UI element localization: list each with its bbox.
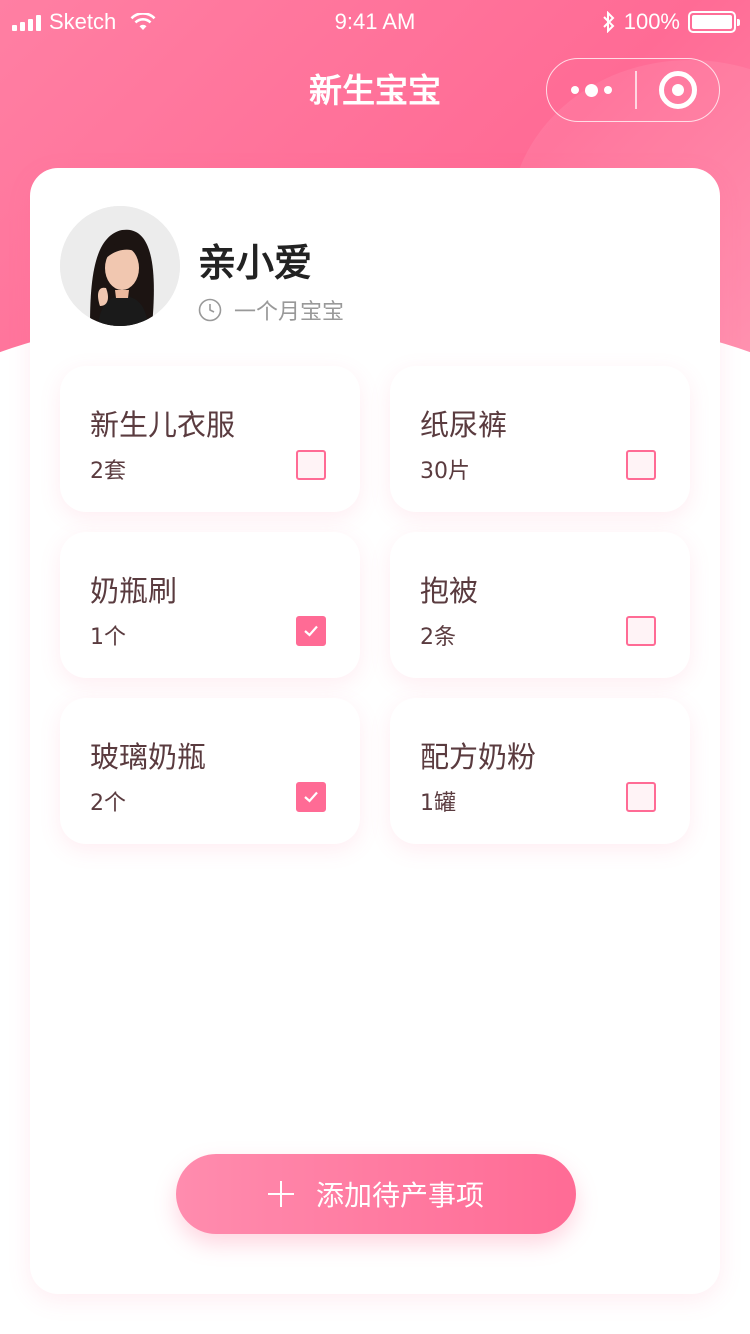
- item-checkbox[interactable]: [296, 450, 326, 480]
- item-quantity: 1个: [90, 625, 126, 650]
- target-close-icon[interactable]: [637, 59, 720, 121]
- check-icon: [304, 625, 318, 637]
- profile: 亲小爱 一个月宝宝: [60, 206, 660, 326]
- item-checkbox[interactable]: [626, 450, 656, 480]
- battery-icon: [688, 11, 740, 33]
- main-card: 亲小爱 一个月宝宝 新生儿衣服 2套 纸尿裤 30片 奶瓶刷 1个 抱被 2条 …: [30, 168, 720, 1294]
- item-name: 抱被: [420, 574, 479, 608]
- more-dots-icon[interactable]: [547, 59, 635, 121]
- item-card[interactable]: 奶瓶刷 1个: [60, 532, 360, 678]
- item-checkbox[interactable]: [296, 616, 326, 646]
- profile-meta: 一个月宝宝: [198, 294, 344, 326]
- item-checkbox[interactable]: [296, 782, 326, 812]
- add-task-button[interactable]: 添加待产事项: [176, 1154, 576, 1234]
- item-card[interactable]: 抱被 2条: [390, 532, 690, 678]
- bluetooth-icon: [603, 11, 615, 33]
- item-card[interactable]: 玻璃奶瓶 2个: [60, 698, 360, 844]
- item-name: 纸尿裤: [420, 408, 508, 442]
- item-checkbox[interactable]: [626, 616, 656, 646]
- item-card[interactable]: 配方奶粉 1罐: [390, 698, 690, 844]
- item-checkbox[interactable]: [626, 782, 656, 812]
- item-quantity: 30片: [420, 459, 470, 484]
- battery-percent: 100%: [623, 9, 680, 34]
- plus-icon: [267, 1181, 294, 1207]
- item-quantity: 2条: [420, 625, 456, 650]
- item-name: 玻璃奶瓶: [90, 740, 207, 774]
- item-card[interactable]: 新生儿衣服 2套: [60, 366, 360, 512]
- avatar[interactable]: [60, 206, 180, 326]
- item-name: 奶瓶刷: [90, 574, 178, 608]
- status-bar: Sketch 9:41 AM 100%: [0, 0, 750, 44]
- item-name: 新生儿衣服: [90, 408, 236, 442]
- status-right: 100%: [602, 9, 740, 35]
- profile-name: 亲小爱: [198, 241, 313, 285]
- add-task-label: 添加待产事项: [315, 1179, 484, 1212]
- item-quantity: 2个: [90, 791, 126, 816]
- item-name: 配方奶粉: [420, 740, 537, 774]
- item-quantity: 2套: [90, 459, 126, 484]
- clock-icon: [198, 298, 222, 322]
- miniprogram-capsule: [546, 58, 720, 122]
- check-icon: [304, 791, 318, 803]
- item-quantity: 1罐: [420, 791, 456, 816]
- profile-age: 一个月宝宝: [234, 300, 345, 325]
- item-card[interactable]: 纸尿裤 30片: [390, 366, 690, 512]
